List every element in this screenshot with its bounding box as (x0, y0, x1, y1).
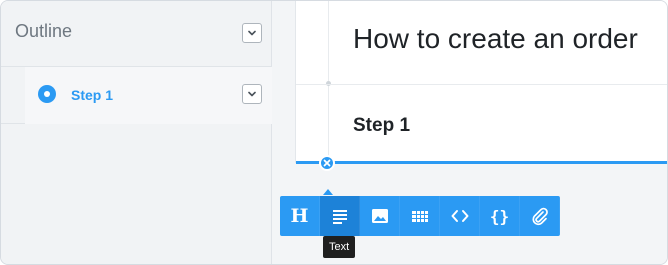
heading-icon: H (290, 205, 309, 227)
table-button[interactable] (400, 196, 440, 236)
gutter-line (328, 1, 329, 159)
document-title[interactable]: How to create an order (353, 23, 638, 55)
text-icon (332, 210, 347, 224)
image-button[interactable] (360, 196, 400, 236)
step-heading[interactable]: Step 1 (353, 115, 410, 137)
section-divider (296, 84, 667, 85)
code-block-button[interactable]: {} (480, 196, 520, 236)
text-button[interactable] (320, 196, 360, 236)
app-window: Outline Step 1 How to create an order St… (0, 0, 668, 265)
paperclip-icon (531, 207, 548, 226)
attachment-button[interactable] (520, 196, 560, 236)
step-expand-button[interactable] (242, 84, 262, 104)
tooltip: Text (323, 236, 356, 258)
image-icon (371, 209, 388, 223)
insert-toolbar: H {} (280, 196, 560, 236)
table-icon (411, 211, 428, 222)
close-insert-button[interactable] (319, 155, 335, 171)
sidebar-item-indent (25, 67, 272, 124)
close-icon (323, 159, 331, 167)
outline-title: Outline (15, 21, 73, 41)
sidebar-item-label[interactable]: Step 1 (71, 87, 113, 103)
code-icon (451, 210, 468, 222)
chevron-down-icon (248, 91, 256, 97)
braces-icon: {} (489, 206, 510, 226)
outline-header: Outline (1, 1, 272, 67)
outline-sidebar: Outline Step 1 (1, 1, 272, 264)
toolbar-pointer (323, 189, 333, 195)
outline-collapse-button[interactable] (242, 23, 262, 43)
editor-area: How to create an order Step 1 H {} Text (273, 1, 667, 264)
insertion-line (296, 161, 667, 164)
heading-button[interactable]: H (280, 196, 320, 236)
code-button[interactable] (440, 196, 480, 236)
chevron-down-icon (248, 30, 256, 36)
radio-dot-icon (38, 85, 56, 103)
document-canvas: How to create an order Step 1 (295, 1, 667, 164)
